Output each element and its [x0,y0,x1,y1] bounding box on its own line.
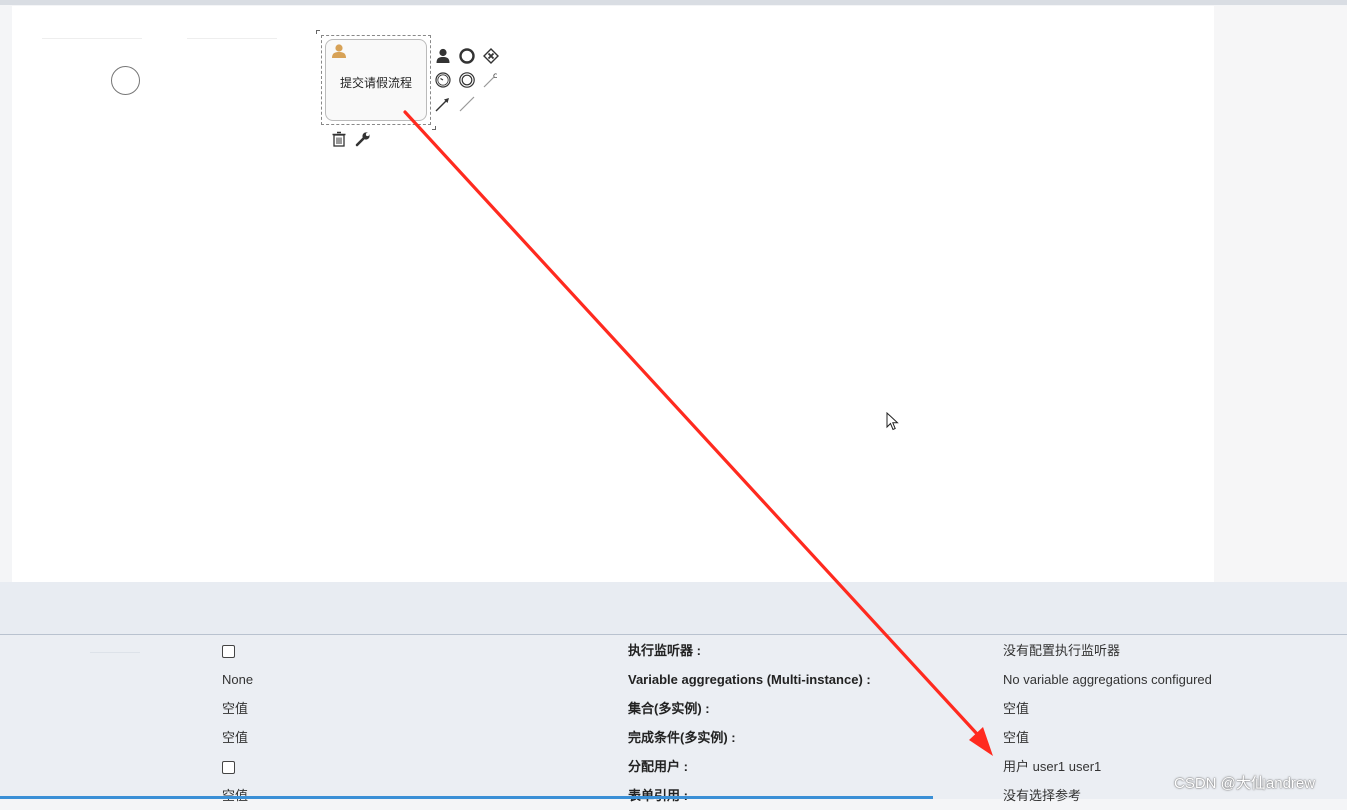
mouse-cursor-icon [886,411,900,437]
watermark: CSDN @大仙andrew [1174,775,1316,792]
annotation-arrow [403,110,993,756]
